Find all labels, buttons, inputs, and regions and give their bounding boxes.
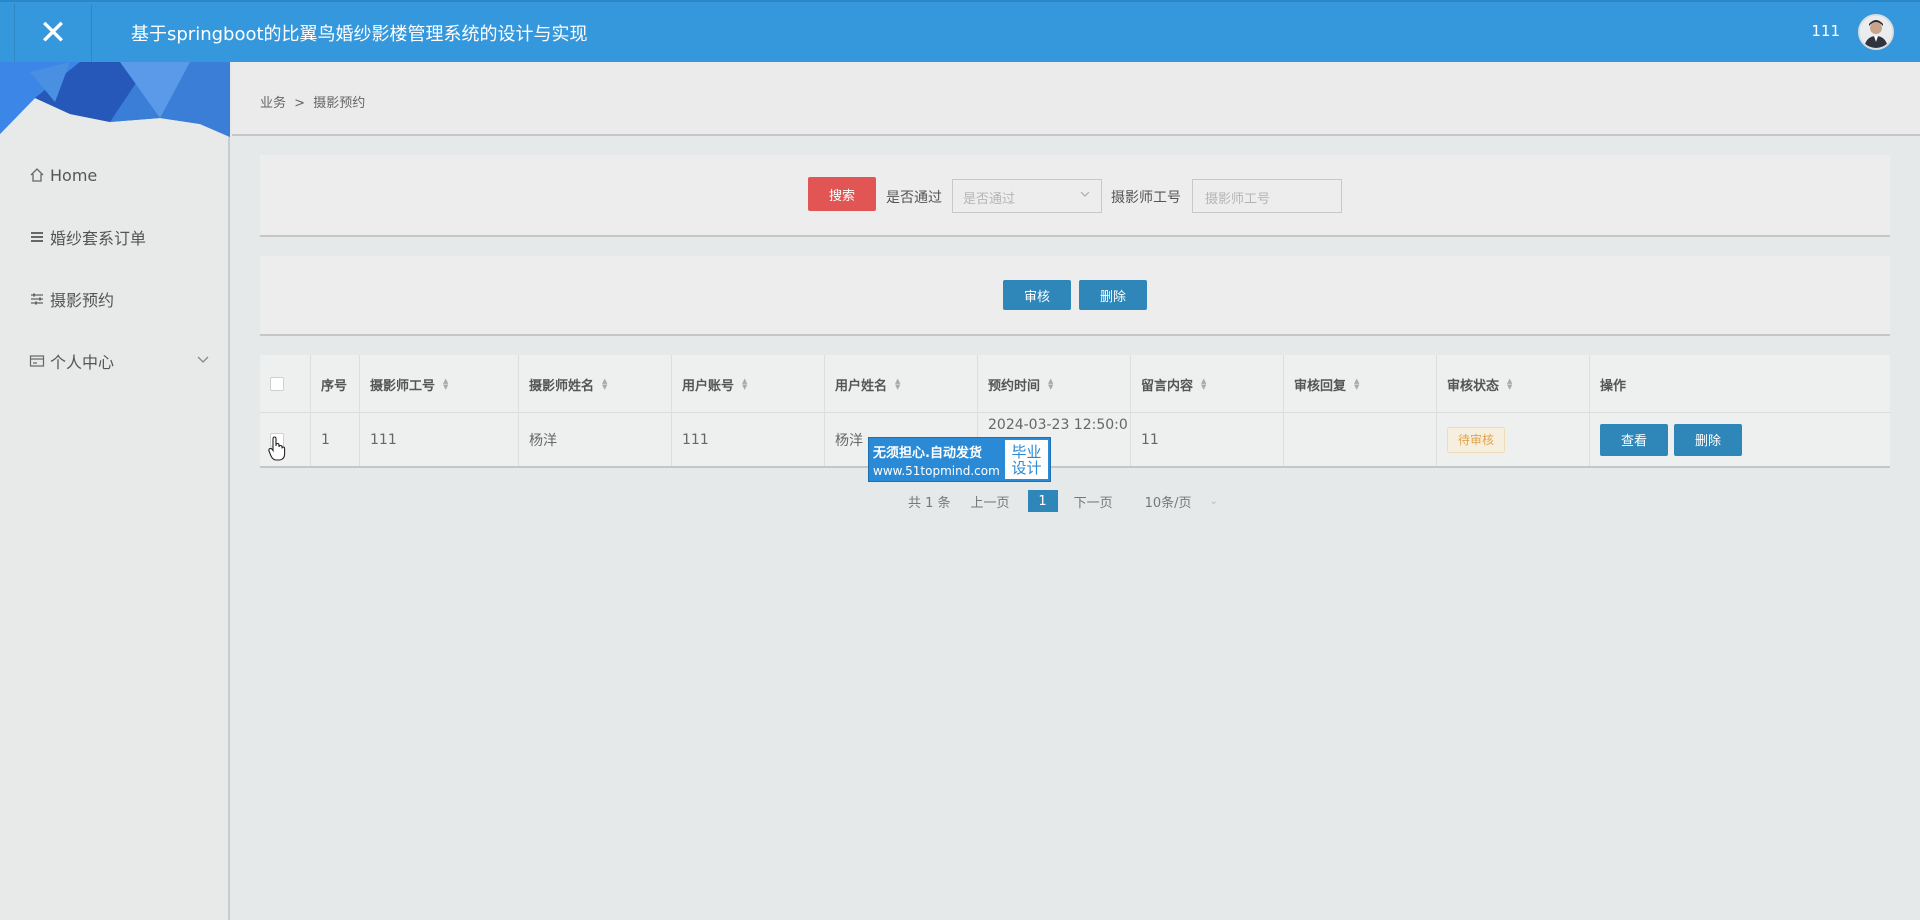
select-all-checkbox[interactable] — [270, 377, 284, 391]
photographer-id-placeholder: 摄影师工号 — [1205, 192, 1271, 207]
status-badge: 待审核 — [1447, 426, 1506, 453]
cell-index: 1 — [310, 413, 359, 466]
page-size-select[interactable]: 10条/页 ⌄ — [1145, 492, 1218, 511]
search-panel: 搜索 是否通过 是否通过 摄影师工号 摄影师工号 — [260, 155, 1890, 237]
sort-icon[interactable]: ▲ ▼ — [742, 378, 747, 391]
sort-icon[interactable]: ▲ ▼ — [895, 378, 900, 391]
col-header-user-account[interactable]: 用户账号 ▲ ▼ — [671, 355, 824, 413]
app-title: 基于springboot的比翼鸟婚纱影楼管理系统的设计与实现 — [131, 24, 588, 45]
cell-photographer-id: 111 — [359, 413, 518, 466]
pagination-total: 共 1 条 — [908, 495, 951, 511]
col-header-appointment-time[interactable]: 预约时间 ▲ ▼ — [977, 355, 1130, 413]
chevron-down-icon: ⌄ — [1209, 495, 1218, 507]
sort-icon[interactable]: ▲ ▼ — [1507, 378, 1512, 391]
col-header-user-name[interactable]: 用户姓名 ▲ ▼ — [824, 355, 977, 413]
col-header-photographer-name[interactable]: 摄影师姓名 ▲ ▼ — [518, 355, 671, 413]
pagination: 共 1 条 上一页 1 下一页 10条/页 ⌄ — [908, 490, 1218, 512]
breadcrumb-separator: > — [294, 96, 306, 111]
search-button[interactable]: 搜索 — [808, 177, 876, 211]
prev-page-button[interactable]: 上一页 — [971, 492, 1010, 511]
view-button[interactable]: 查看 — [1600, 423, 1668, 456]
chevron-down-icon — [1079, 188, 1091, 204]
username-label[interactable]: 111 — [1811, 22, 1840, 40]
sidebar-banner — [0, 62, 230, 137]
breadcrumb-parent[interactable]: 业务 — [260, 96, 286, 111]
action-panel: 审核 删除 — [260, 256, 1890, 336]
sidebar-item-appointments[interactable]: 摄影预约 — [28, 287, 114, 311]
cell-reply — [1283, 413, 1436, 466]
sidebar-item-orders[interactable]: 婚纱套系订单 — [28, 225, 146, 249]
close-icon[interactable]: ✕ — [14, 4, 92, 62]
appointments-table: 序号 摄影师工号 ▲ ▼ 摄影师姓名 ▲ ▼ 用户账号 ▲ ▼ 用户姓名 ▲ ▼ 预约时间 ▲ ▼ … — [260, 355, 1890, 468]
sidebar-item-label: Home — [50, 165, 98, 185]
cell-status: 待审核 — [1436, 413, 1589, 466]
sort-icon[interactable]: ▲ ▼ — [443, 378, 448, 391]
table-header: 序号 摄影师工号 ▲ ▼ 摄影师姓名 ▲ ▼ 用户账号 ▲ ▼ 用户姓名 ▲ ▼ 预约时间 ▲ ▼ … — [260, 355, 1890, 413]
col-header-photographer-id[interactable]: 摄影师工号 ▲ ▼ — [359, 355, 518, 413]
approved-select-placeholder: 是否通过 — [963, 192, 1016, 207]
breadcrumb: 业务 > 摄影预约 — [260, 92, 365, 111]
sort-icon[interactable]: ▲ ▼ — [1201, 378, 1206, 391]
sliders-icon — [28, 290, 46, 308]
sort-icon[interactable]: ▲ ▼ — [1048, 378, 1053, 391]
avatar[interactable] — [1858, 14, 1894, 50]
approved-select[interactable]: 是否通过 — [952, 179, 1102, 213]
sidebar-item-label: 摄影预约 — [50, 291, 115, 310]
watermark-badge: 毕业 设计 — [1005, 440, 1048, 479]
watermark-line1: 无须担心.自动发货 — [873, 446, 982, 461]
sidebar-item-home[interactable]: Home — [28, 163, 97, 187]
select-all-cell — [260, 355, 310, 413]
watermark-stamp: 无须担心.自动发货 www.51topmind.com 毕业 设计 — [868, 437, 1051, 482]
sidebar: Home 婚纱套系订单 摄影预约 个人中心 — [0, 62, 230, 920]
breadcrumb-current: 摄影预约 — [313, 96, 366, 111]
card-icon — [28, 352, 46, 370]
col-header-status[interactable]: 审核状态 ▲ ▼ — [1436, 355, 1589, 413]
home-icon — [28, 166, 46, 184]
photographer-id-input[interactable]: 摄影师工号 — [1192, 179, 1342, 213]
next-page-button[interactable]: 下一页 — [1074, 492, 1113, 511]
sidebar-item-label: 个人中心 — [50, 353, 115, 372]
breadcrumb-bar: 业务 > 摄影预约 — [232, 62, 1920, 136]
chevron-down-icon[interactable] — [196, 351, 210, 370]
top-header: ✕ 基于springboot的比翼鸟婚纱影楼管理系统的设计与实现 111 — [0, 0, 1920, 62]
hand-cursor-icon — [268, 436, 286, 462]
batch-delete-button[interactable]: 删除 — [1079, 280, 1147, 310]
list-icon — [28, 228, 46, 246]
col-header-index: 序号 — [310, 355, 359, 413]
approved-label: 是否通过 — [886, 190, 942, 206]
col-header-message[interactable]: 留言内容 ▲ ▼ — [1130, 355, 1283, 413]
col-header-actions: 操作 — [1589, 355, 1890, 413]
watermark-line2: www.51topmind.com — [873, 464, 1000, 478]
page-number-current[interactable]: 1 — [1027, 490, 1058, 512]
row-delete-button[interactable]: 删除 — [1674, 423, 1742, 456]
photographer-id-label: 摄影师工号 — [1111, 190, 1181, 206]
cell-photographer-name: 杨洋 — [518, 413, 671, 466]
col-header-reply[interactable]: 审核回复 ▲ ▼ — [1283, 355, 1436, 413]
cell-message: 11 — [1130, 413, 1283, 466]
cell-user-account: 111 — [671, 413, 824, 466]
sidebar-item-profile[interactable]: 个人中心 — [28, 349, 213, 373]
sidebar-item-label: 婚纱套系订单 — [50, 229, 147, 248]
sort-icon[interactable]: ▲ ▼ — [1354, 378, 1359, 391]
audit-button[interactable]: 审核 — [1003, 280, 1071, 310]
sort-icon[interactable]: ▲ ▼ — [602, 378, 607, 391]
cell-actions: 查看 删除 — [1589, 413, 1890, 466]
